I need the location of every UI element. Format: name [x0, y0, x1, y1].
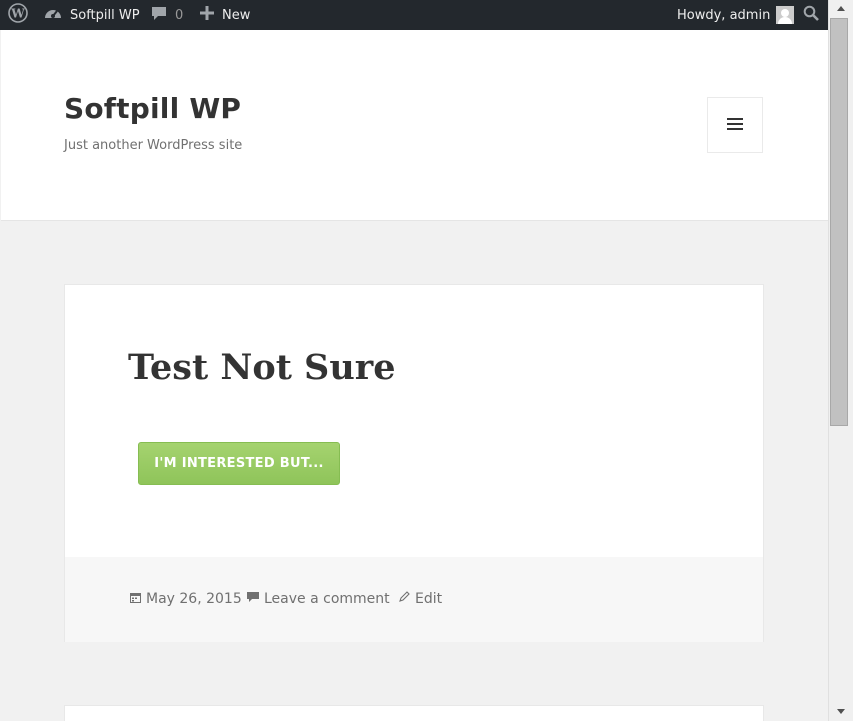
interested-button[interactable]: I'M INTERESTED BUT... — [138, 442, 340, 485]
scroll-down-button[interactable] — [829, 703, 853, 720]
post-article: Test Not Sure I'M INTERESTED BUT... May … — [64, 284, 764, 642]
site-header: Softpill WP Just another WordPress site — [1, 30, 828, 221]
new-label: New — [222, 7, 251, 23]
arrow-down-icon — [837, 709, 845, 714]
search-button[interactable] — [803, 0, 819, 30]
arrow-up-icon — [837, 6, 845, 11]
post-date: May 26, 2015 — [146, 591, 242, 607]
menu-icon — [727, 116, 743, 135]
leave-comment-link[interactable]: Leave a comment — [247, 591, 390, 607]
admin-bar: W Softpill WP 0 New Howdy, admin — [0, 0, 828, 30]
site-title[interactable]: Softpill WP — [64, 92, 241, 125]
plus-icon — [200, 6, 214, 24]
dashboard-icon — [44, 5, 62, 25]
leave-comment-label: Leave a comment — [264, 591, 390, 607]
site-name-link[interactable]: Softpill WP — [44, 0, 140, 30]
new-content-button[interactable]: New — [200, 0, 250, 30]
entry-footer: May 26, 2015 Leave a comment Edit — [65, 557, 763, 642]
comment-icon — [151, 5, 167, 25]
next-post-article — [64, 705, 764, 721]
howdy-label: Howdy, admin — [677, 7, 771, 23]
site-name-label: Softpill WP — [70, 7, 140, 23]
scroll-up-button[interactable] — [829, 0, 853, 17]
site-description: Just another WordPress site — [64, 138, 243, 153]
page-scrollbar[interactable] — [828, 0, 853, 721]
scroll-thumb[interactable] — [830, 18, 848, 426]
menu-toggle-button[interactable] — [707, 97, 763, 153]
svg-text:W: W — [10, 7, 25, 21]
calendar-icon — [130, 591, 146, 607]
wordpress-icon: W — [8, 3, 28, 27]
post-title[interactable]: Test Not Sure — [128, 347, 395, 388]
edit-label: Edit — [415, 591, 443, 607]
comments-link[interactable]: 0 — [151, 0, 183, 30]
search-icon — [803, 5, 819, 25]
edit-post-link[interactable]: Edit — [398, 591, 442, 607]
comment-count: 0 — [175, 7, 184, 23]
my-account-menu[interactable]: Howdy, admin — [677, 0, 795, 30]
wordpress-logo-button[interactable]: W — [8, 0, 30, 30]
avatar — [776, 6, 795, 24]
edit-icon — [398, 591, 415, 607]
comment-icon — [247, 591, 264, 607]
post-date-link[interactable]: May 26, 2015 — [130, 591, 242, 607]
